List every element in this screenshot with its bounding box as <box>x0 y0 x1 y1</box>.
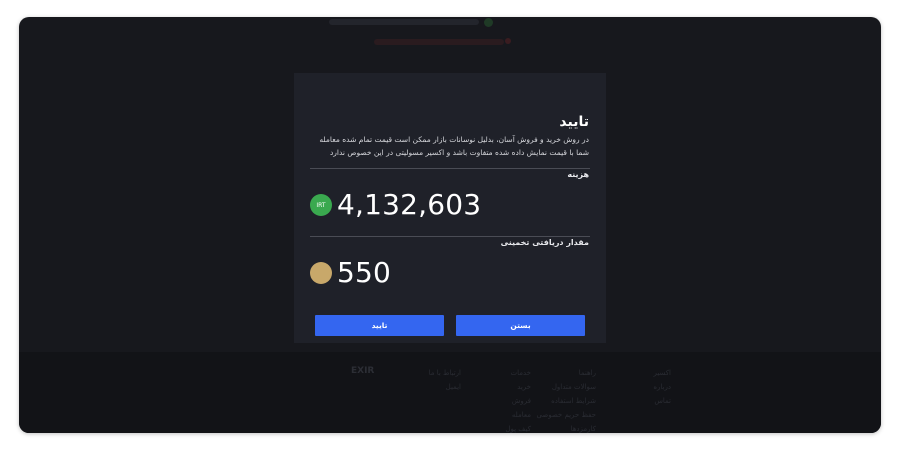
footer-link[interactable]: درباره <box>653 380 671 394</box>
dialog-description: در روش خرید و فروش آسان، بدلیل نوسانات ب… <box>319 135 589 157</box>
footer-link[interactable]: معامله <box>505 408 531 422</box>
footer-link[interactable]: کیف پول <box>505 422 531 433</box>
coin-icon <box>310 262 332 284</box>
footer-link[interactable]: شرایط استفاده <box>536 394 596 408</box>
dialog-title: تایید <box>559 114 589 130</box>
app-window: EXIR اکسیر درباره تماس راهنما سوالات متد… <box>19 17 881 433</box>
footer-link[interactable]: ایمیل <box>429 380 461 394</box>
receive-amount-row: 550 <box>310 257 391 289</box>
background-indicator <box>484 18 493 27</box>
footer-link[interactable]: تماس <box>653 394 671 408</box>
confirm-dialog: تایید در روش خرید و فروش آسان، بدلیل نوس… <box>294 73 606 343</box>
background-indicator <box>505 38 511 44</box>
footer-column-title: ارتباط با ما <box>428 369 461 377</box>
footer-link[interactable]: کارمزدها <box>536 422 596 433</box>
background-footer: EXIR اکسیر درباره تماس راهنما سوالات متد… <box>19 352 881 433</box>
footer-link[interactable]: حفظ حریم خصوصی <box>536 408 596 422</box>
confirm-button[interactable]: تایید <box>315 315 444 336</box>
receive-value: 550 <box>337 256 392 289</box>
footer-link[interactable]: سوالات متداول <box>536 380 596 394</box>
irt-coin-icon: IRT <box>310 194 332 216</box>
currency-code: IRT <box>316 201 326 209</box>
close-button[interactable]: بستن <box>456 315 585 336</box>
background-bar <box>329 19 479 25</box>
footer-column-title: خدمات <box>510 369 531 377</box>
background-header <box>19 17 881 77</box>
receive-label: مقدار دریافتی تخمینی <box>500 238 589 247</box>
footer-link[interactable]: خرید <box>505 380 531 394</box>
footer-column: اکسیر درباره تماس <box>653 366 671 408</box>
footer-column: راهنما سوالات متداول شرایط استفاده حفظ ح… <box>536 366 596 433</box>
footer-column-title: اکسیر <box>653 369 672 377</box>
cost-label: هزینه <box>567 170 589 179</box>
footer-link[interactable]: فروش <box>505 394 531 408</box>
footer-brand: EXIR <box>351 366 375 376</box>
divider <box>310 168 590 169</box>
footer-column: خدمات خرید فروش معامله کیف پول <box>505 366 531 433</box>
cost-value: 4,132,603 <box>337 188 482 221</box>
footer-column-title: راهنما <box>578 369 596 377</box>
footer-column: ارتباط با ما ایمیل <box>429 366 461 394</box>
cost-amount-row: IRT 4,132,603 <box>310 189 481 221</box>
background-bar <box>374 39 504 45</box>
divider <box>310 236 590 237</box>
